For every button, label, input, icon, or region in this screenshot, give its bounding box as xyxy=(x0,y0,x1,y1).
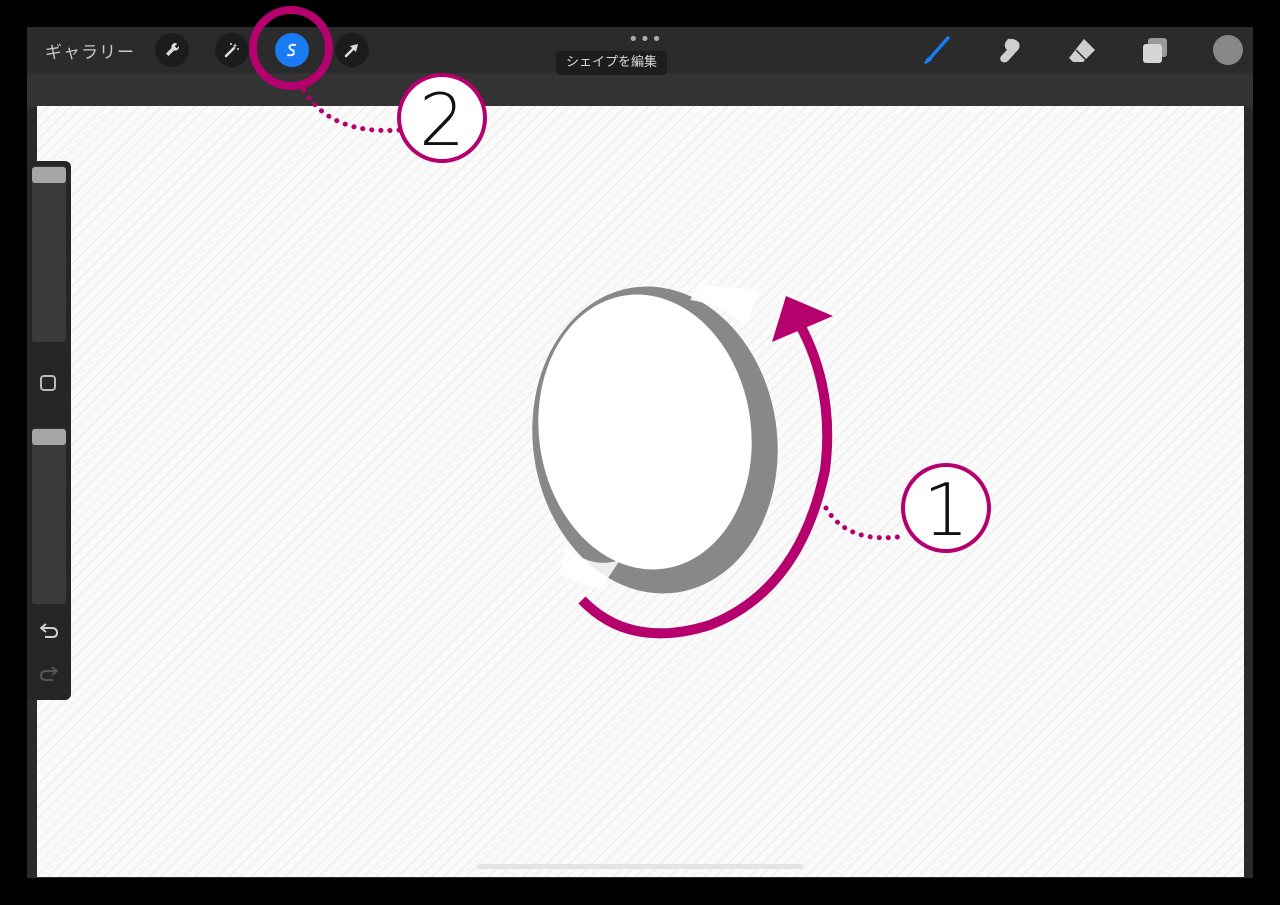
opacity-thumb[interactable] xyxy=(32,429,66,445)
brush-size-thumb[interactable] xyxy=(32,167,66,183)
smudge-icon[interactable] xyxy=(994,35,1026,67)
gallery-button[interactable]: ギャラリー xyxy=(45,38,135,63)
side-toolbar xyxy=(27,161,71,700)
wrench-icon xyxy=(166,42,180,56)
opacity-slider[interactable] xyxy=(32,428,66,604)
undo-icon[interactable] xyxy=(37,618,61,642)
actions-button[interactable] xyxy=(155,33,189,67)
drawing-canvas[interactable] xyxy=(37,106,1244,877)
tooltip-edit-shape: シェイプを編集 xyxy=(556,51,668,75)
square-icon[interactable] xyxy=(40,375,56,391)
color-picker-button[interactable] xyxy=(1213,35,1243,65)
sub-toolbar xyxy=(27,73,1253,107)
brush-size-slider[interactable] xyxy=(32,166,66,342)
arrow-cursor-icon xyxy=(344,44,358,58)
more-options[interactable]: ••• xyxy=(628,29,663,50)
selection-s-icon xyxy=(287,43,296,57)
eraser-icon[interactable] xyxy=(1066,35,1098,67)
selection-button[interactable] xyxy=(275,33,309,67)
layers-icon[interactable] xyxy=(1139,35,1171,67)
transform-button[interactable] xyxy=(335,33,369,67)
home-indicator xyxy=(477,864,803,869)
magic-wand-icon xyxy=(224,43,239,58)
adjustments-button[interactable] xyxy=(215,33,249,67)
brush-icon[interactable] xyxy=(920,35,952,67)
redo-icon[interactable] xyxy=(37,661,61,685)
